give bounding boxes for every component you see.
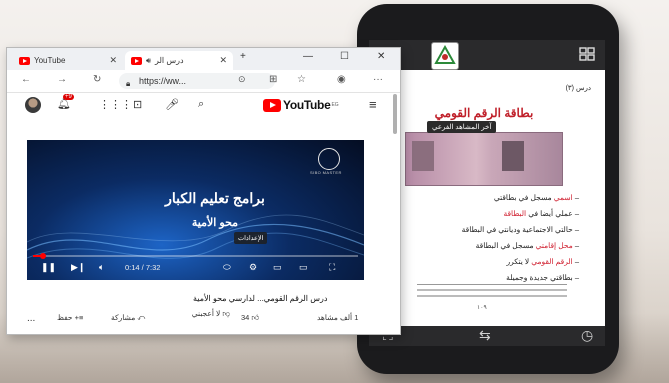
youtube-logo-icon [263,98,281,112]
tab-label: درس الر [155,56,184,65]
apps-grid-icon[interactable]: ⋮⋮⋮ [99,98,132,111]
tooltip: آخر المشاهد الفرعي [427,121,497,133]
theater-mode-icon[interactable]: ▭ [299,262,308,273]
list-item: – محل إقامتي مسجل في البطاقة [475,241,579,250]
id-card-photo [412,141,434,171]
settings-gear-icon[interactable]: ⚙ [249,262,257,273]
address-bar[interactable]: 🔒︎ https://ww... [119,73,275,89]
profile-icon[interactable]: ◉ [337,74,346,85]
dislike-button[interactable]: 👎︎ لا أعجبني [190,310,230,318]
settings-tooltip: الإعدادات [234,232,268,244]
tab-label: YouTube [34,56,66,65]
youtube-header: 🔔︎ +9 ⋮⋮⋮ ⊡ 🎤︎ ⌕ YouTube EG ≡ [7,93,400,117]
lesson-title: بطاقة الرقم القومي [434,106,534,120]
pause-icon[interactable]: ❚❚ [41,262,56,273]
microphone-icon[interactable]: 🎤︎ [165,98,179,111]
hamburger-menu-icon[interactable]: ≡ [369,97,377,112]
video-overlay-title: برامج تعليم الكبار [165,190,265,206]
ministry-logo [431,42,459,70]
audio-icon[interactable]: 🔊︎ [146,56,151,66]
youtube-favicon-icon [131,56,142,65]
autoplay-toggle-icon[interactable]: ⬭ [223,262,231,273]
video-progress-bar[interactable] [33,253,358,259]
avatar[interactable] [25,97,41,113]
player-controls: ❚❚ ▶❙ 🔈︎ 0:14 / 7:32 ⬭ ⚙ ▭ ▭ ⛶ [27,261,364,277]
browser-toolbar: ← → ↻ 🔒︎ https://ww... ⊙ ⊞ ☆ ◉ ··· [7,70,400,93]
tab-youtube[interactable]: YouTube ✕ [13,51,123,70]
video-overlay-subtitle: محو الأمية [191,217,239,229]
id-card-photo [502,141,524,171]
scrubber-handle[interactable] [39,253,46,259]
tab-bar: YouTube ✕ 🔊︎ درس الر ✕ + — ☐ ✕ [7,48,400,70]
book-page: درس (٣) بطاقة الرقم القومي آخر المشاهد ا… [369,70,605,326]
timer-icon[interactable]: ◷ [581,327,593,344]
reader-toolbar [369,40,605,70]
refresh-icon[interactable]: ↻ [93,74,101,85]
grid-icon[interactable] [579,47,595,66]
youtube-logo[interactable]: YouTube EG [263,98,339,112]
id-card-image [405,132,563,186]
channel-watermark-text: SIBO MASTER [310,170,342,175]
url-text: https://ww... [139,76,187,86]
more-actions-button[interactable]: ... [27,313,35,324]
bullet-list: – اسمي مسجل في بطاقتي – عملي أيضا في الب… [409,190,579,286]
list-item: – حالتي الاجتماعية وديانتي في البطاقة [461,225,579,234]
minimize-button[interactable]: — [303,51,313,62]
back-icon[interactable]: ← [21,74,31,85]
notification-badge: +9 [63,94,74,100]
youtube-favicon-icon [19,56,30,65]
dislike-icon: 👎︎ [220,309,230,318]
time-display: 0:14 / 7:32 [125,263,161,272]
like-button[interactable]: 👍︎ 34 [241,313,259,323]
share-icon: ⤺ [135,313,146,322]
create-video-icon[interactable]: ⊡ [133,98,142,111]
view-count: 1 ألف مشاهد [317,313,359,322]
share-button[interactable]: ⤺ مشاركة [111,313,145,323]
fullscreen-icon[interactable]: ⛶ [329,262,335,273]
forward-icon[interactable]: → [57,74,67,85]
lock-icon: 🔒︎ [126,79,131,88]
reading-view-icon[interactable]: ⊞ [269,74,277,85]
new-tab-button[interactable]: + [240,51,246,62]
miniplayer-icon[interactable]: ▭ [273,262,282,273]
maximize-button[interactable]: ☐ [340,51,349,62]
page-scrollbar[interactable] [393,94,397,134]
video-title: درس الرقم القومي... لدارسي محو الأمية [193,294,328,303]
close-tab-icon[interactable]: ✕ [109,55,117,66]
more-menu-icon[interactable]: ··· [373,74,383,85]
list-item: – اسمي مسجل في بطاقتي [493,193,579,202]
video-player[interactable]: SIBO MASTER برامج تعليم الكبار محو الأمي… [27,140,364,280]
volume-icon[interactable]: 🔈︎ [99,262,104,273]
search-icon[interactable]: ⌕ [198,98,204,111]
close-window-button[interactable]: ✕ [377,51,385,62]
favorite-star-icon[interactable]: ☆ [297,74,306,85]
browser-window: YouTube ✕ 🔊︎ درس الر ✕ + — ☐ ✕ ← → ↻ 🔒︎ … [6,47,401,335]
channel-watermark-icon [318,148,340,170]
swap-icon[interactable]: ⇆ [479,327,491,344]
video-actions: ... ≡+ حفظ ⤺ مشاركة 👎︎ لا أعجبني 👍︎ 34 1… [7,310,400,332]
save-button[interactable]: ≡+ حفظ [57,313,83,322]
footnote [417,284,567,299]
tab-lesson[interactable]: 🔊︎ درس الر ✕ [125,51,233,70]
list-item: – عملي أيضا في البطاقة [503,209,579,218]
save-icon: ≡+ [72,313,84,322]
site-info-icon[interactable]: ⊙ [238,74,246,85]
like-icon: 👍︎ [249,313,260,322]
lesson-label: درس (٣) [565,85,591,92]
page-number: ١٠٩ [477,305,487,311]
list-item: – الرقم القومي لا يتكرر [506,257,579,266]
close-tab-icon[interactable]: ✕ [219,55,227,66]
reader-bottom-bar: ⛶ ⇆ ◷ [369,326,605,346]
next-icon[interactable]: ▶❙ [71,262,85,273]
